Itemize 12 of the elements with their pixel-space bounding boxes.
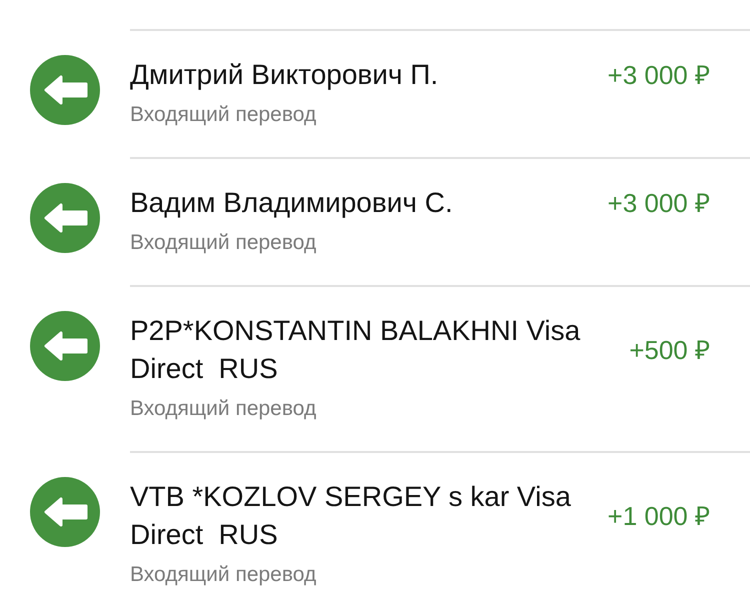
transaction-type: Входящий перевод bbox=[130, 230, 318, 256]
transaction-title: Дмитрий Викторович П. bbox=[130, 58, 440, 92]
transaction-type: Входящий перевод bbox=[130, 562, 318, 588]
transaction-type: Входящий перевод bbox=[130, 102, 318, 128]
transaction-amount: +500 ₽ bbox=[629, 334, 710, 367]
transaction-title: VTB *KOZLOV SERGEY s kar Visa Direct RUS bbox=[130, 480, 572, 552]
transaction-title: Вадим Владимирович С. bbox=[130, 186, 454, 220]
transaction-type: Входящий перевод bbox=[130, 396, 318, 422]
transaction-amount: +3 000 ₽ bbox=[608, 187, 710, 220]
transaction-amount: +3 000 ₽ bbox=[608, 59, 710, 92]
transaction-title: P2P*KONSTANTIN BALAKHNI Visa Direct RUS bbox=[130, 314, 582, 386]
transaction-amount: +1 000 ₽ bbox=[608, 500, 710, 533]
